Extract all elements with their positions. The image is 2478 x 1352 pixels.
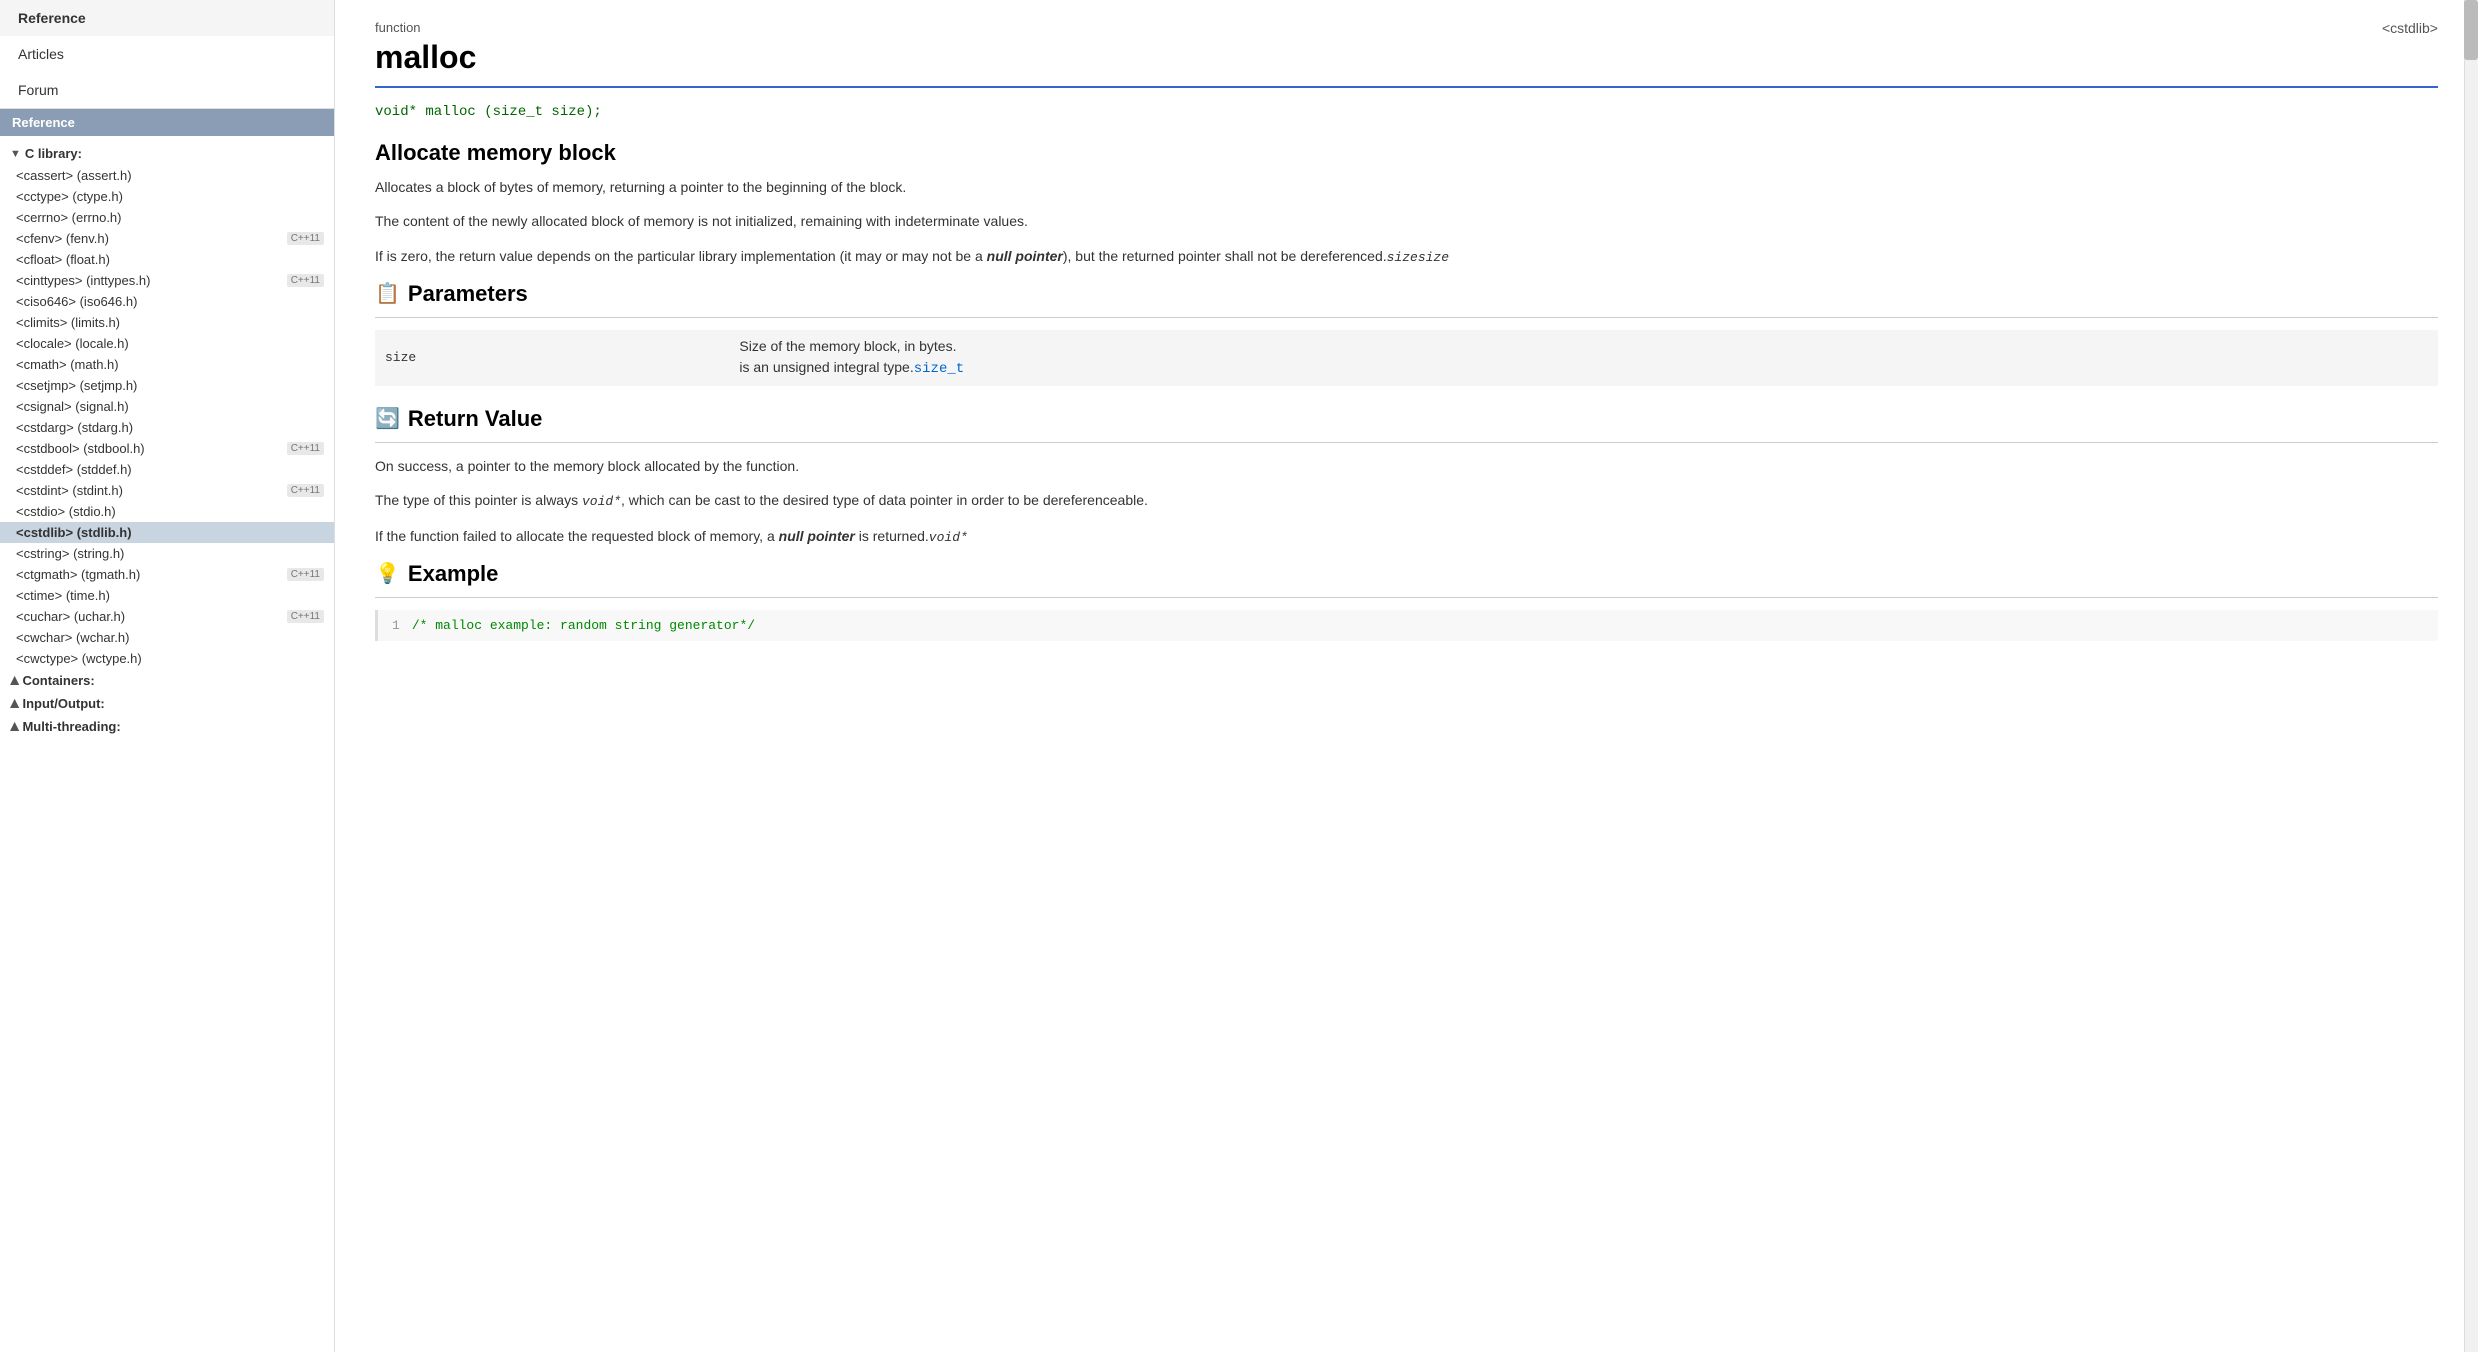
tree-multithreading-parent[interactable]: ▶ Multi-threading:	[0, 715, 334, 738]
allocate-para-1: Allocates a block of bytes of memory, re…	[375, 176, 2438, 198]
nav-reference[interactable]: Reference	[0, 0, 334, 36]
param-desc: Size of the memory block, in bytes. is a…	[709, 330, 2438, 386]
return-divider	[375, 442, 2438, 443]
sidebar-item-cinttypes[interactable]: <cinttypes> (inttypes.h) C++11	[0, 270, 334, 291]
tree-c-library-parent[interactable]: ▼ C library:	[0, 142, 334, 165]
sidebar-item-climits[interactable]: <climits> (limits.h)	[0, 312, 334, 333]
badge-cstdint: C++11	[287, 484, 324, 497]
section-allocate-title: Allocate memory block	[375, 140, 2438, 166]
page-title: malloc	[375, 39, 2438, 76]
code-signature: void* malloc (size_t size);	[375, 104, 2438, 120]
section-parameters-title: 📋 Parameters	[375, 281, 2438, 307]
sidebar-item-csignal[interactable]: <csignal> (signal.h)	[0, 396, 334, 417]
nav-articles[interactable]: Articles	[0, 36, 334, 72]
sidebar-item-cfloat[interactable]: <cfloat> (float.h)	[0, 249, 334, 270]
tree-io-label: Input/Output:	[22, 696, 104, 711]
example-icon: 💡	[375, 561, 400, 586]
top-nav: Reference Articles Forum	[0, 0, 334, 109]
tree-arrow: ▼	[10, 148, 21, 160]
sidebar-item-cstddef[interactable]: <cstddef> (stddef.h)	[0, 459, 334, 480]
table-row: size Size of the memory block, in bytes.…	[375, 330, 2438, 386]
size-t-link[interactable]: size_t	[914, 361, 964, 377]
parameters-divider	[375, 317, 2438, 318]
badge-cinttypes: C++11	[287, 274, 324, 287]
return-para-3: If the function failed to allocate the r…	[375, 525, 2438, 549]
sidebar-item-ctime[interactable]: <ctime> (time.h)	[0, 585, 334, 606]
tree-c-library-label: C library:	[25, 146, 82, 161]
return-para-1: On success, a pointer to the memory bloc…	[375, 455, 2438, 477]
badge-cfenv: C++11	[287, 232, 324, 245]
sidebar-item-cstdbool[interactable]: <cstdbool> (stdbool.h) C++11	[0, 438, 334, 459]
sidebar-item-cctype[interactable]: <cctype> (ctype.h)	[0, 186, 334, 207]
param-name: size	[375, 330, 709, 386]
tree-io-parent[interactable]: ▶ Input/Output:	[0, 692, 334, 715]
section-example-title: 💡 Example	[375, 561, 2438, 587]
line-number: 1	[392, 618, 400, 633]
sidebar: Reference Articles Forum Reference ▼ C l…	[0, 0, 335, 1352]
tree-containers-label: Containers:	[22, 673, 94, 688]
sidebar-item-cerrno[interactable]: <cerrno> (errno.h)	[0, 207, 334, 228]
tree-multithreading-label: Multi-threading:	[22, 719, 120, 734]
sidebar-item-cmath[interactable]: <cmath> (math.h)	[0, 354, 334, 375]
scrollbar-thumb[interactable]	[2464, 0, 2478, 60]
scrollbar-track[interactable]	[2464, 0, 2478, 1352]
void-star: void*	[582, 494, 621, 509]
return-para-2: The type of this pointer is always void*…	[375, 489, 2438, 513]
title-divider	[375, 86, 2438, 88]
function-label: function	[375, 20, 2438, 35]
return-icon: 🔄	[375, 406, 400, 431]
sidebar-item-csetjmp[interactable]: <csetjmp> (setjmp.h)	[0, 375, 334, 396]
sidebar-item-cassert[interactable]: <cassert> (assert.h)	[0, 165, 334, 186]
sidebar-item-cwctype[interactable]: <cwctype> (wctype.h)	[0, 648, 334, 669]
sidebar-item-cstdarg[interactable]: <cstdarg> (stdarg.h)	[0, 417, 334, 438]
badge-cstdbool: C++11	[287, 442, 324, 455]
size-ref: sizesize	[1387, 250, 1449, 265]
tree-io-arrow: ▶	[8, 699, 21, 707]
sidebar-item-cfenv[interactable]: <cfenv> (fenv.h) C++11	[0, 228, 334, 249]
badge-ctgmath: C++11	[287, 568, 324, 581]
null-pointer-bold-2: null pointer	[779, 528, 855, 544]
sidebar-item-cwchar[interactable]: <cwchar> (wchar.h)	[0, 627, 334, 648]
example-divider	[375, 597, 2438, 598]
badge-cuchar: C++11	[287, 610, 324, 623]
sidebar-tree: ▼ C library: <cassert> (assert.h) <cctyp…	[0, 136, 334, 744]
sidebar-item-cstdlib[interactable]: <cstdlib> (stdlib.h)	[0, 522, 334, 543]
params-table: size Size of the memory block, in bytes.…	[375, 330, 2438, 386]
sidebar-item-cstring[interactable]: <cstring> (string.h)	[0, 543, 334, 564]
nav-forum[interactable]: Forum	[0, 72, 334, 108]
cstdlib-badge: <cstdlib>	[2382, 20, 2438, 36]
code-block: 1 /* malloc example: random string genera…	[375, 610, 2438, 641]
code-comment: /* malloc example: random string generat…	[412, 618, 755, 633]
allocate-para-3: If is zero, the return value depends on …	[375, 245, 2438, 269]
sidebar-item-clocale[interactable]: <clocale> (locale.h)	[0, 333, 334, 354]
parameters-icon: 📋	[375, 281, 400, 306]
sidebar-section-header: Reference	[0, 109, 334, 136]
void-star-2: void*	[929, 530, 968, 545]
sidebar-item-cuchar[interactable]: <cuchar> (uchar.h) C++11	[0, 606, 334, 627]
sidebar-item-cstdint[interactable]: <cstdint> (stdint.h) C++11	[0, 480, 334, 501]
sidebar-item-cstdio[interactable]: <cstdio> (stdio.h)	[0, 501, 334, 522]
allocate-para-2: The content of the newly allocated block…	[375, 210, 2438, 232]
main-content: function <cstdlib> malloc void* malloc (…	[335, 0, 2478, 1352]
tree-containers-arrow: ▶	[8, 676, 21, 684]
section-return-title: 🔄 Return Value	[375, 406, 2438, 432]
null-pointer-bold: null pointer	[987, 248, 1063, 264]
sidebar-item-ctgmath[interactable]: <ctgmath> (tgmath.h) C++11	[0, 564, 334, 585]
sidebar-item-ciso646[interactable]: <ciso646> (iso646.h)	[0, 291, 334, 312]
tree-multithreading-arrow: ▶	[8, 722, 21, 730]
tree-containers-parent[interactable]: ▶ Containers:	[0, 669, 334, 692]
